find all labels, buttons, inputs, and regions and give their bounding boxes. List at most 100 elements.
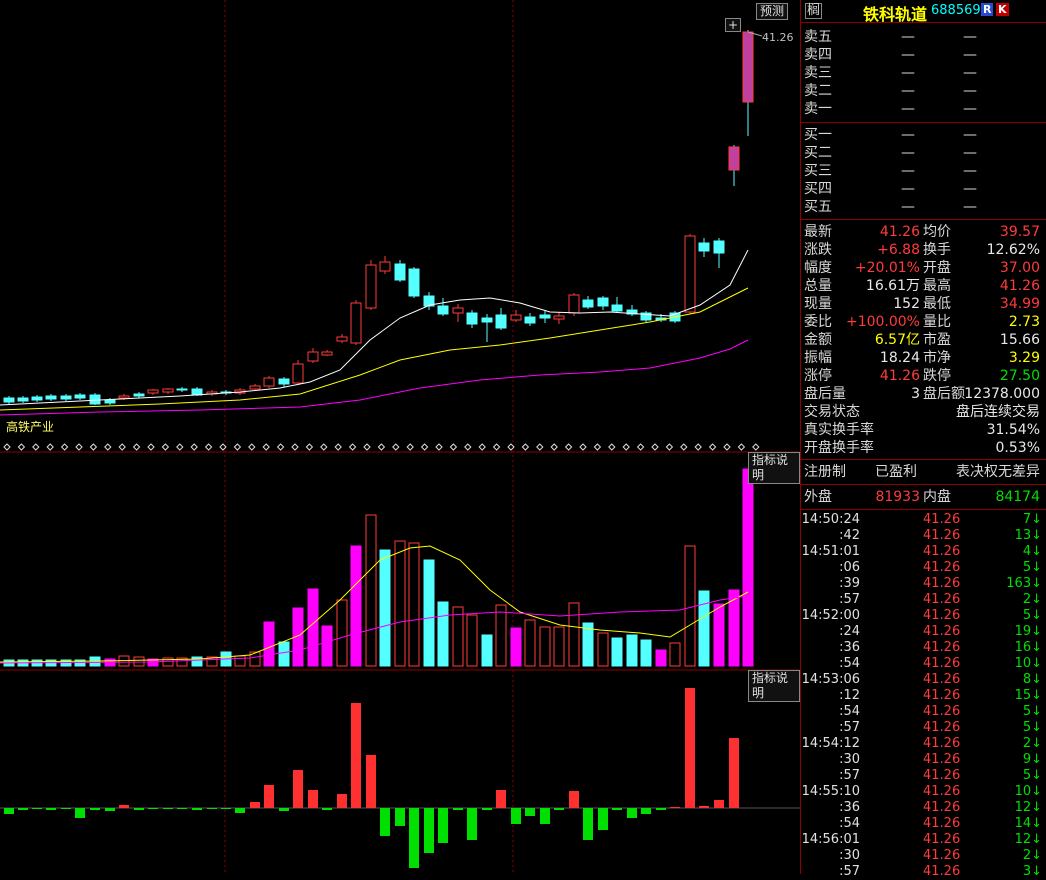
plus-icon[interactable]: +: [725, 18, 742, 32]
date-marker-icon: [579, 443, 587, 451]
volume-bar: [365, 514, 377, 667]
tag-registration: 注册制: [804, 464, 846, 480]
tick-row: 14:52:00 41.26 5↓: [801, 608, 1042, 623]
tags-row: 注册制 已盈利 表决权无差异: [801, 460, 1046, 485]
tick-row: :42 41.26 13↓: [839, 528, 1042, 543]
macd-bar: [453, 808, 463, 810]
date-marker-icon: [680, 443, 688, 451]
tick-row: :36 41.26 16↓: [839, 640, 1042, 655]
macd-bar: [177, 808, 187, 809]
candlestick: [3, 397, 15, 403]
volume-bar: [597, 632, 609, 667]
volume-bar: [611, 637, 623, 667]
macd-bar: [134, 808, 144, 810]
date-marker-icon: [694, 443, 702, 451]
candlestick: [118, 395, 130, 399]
date-marker-icon: [75, 443, 83, 451]
stat-row: 涨停 41.26 跌停 27.50: [804, 368, 1040, 384]
tick-row: 14:56:01 41.26 12↓: [801, 832, 1042, 847]
candlestick: [553, 315, 565, 320]
candlestick: [597, 297, 609, 307]
macd-bar: [714, 800, 724, 808]
macd-bar: [61, 808, 71, 809]
bid-row[interactable]: 买四 — —: [801, 180, 1046, 198]
candlestick: [568, 294, 580, 314]
candlestick: [31, 396, 43, 401]
bid-row[interactable]: 买三 — —: [801, 162, 1046, 180]
volume-bar: [234, 655, 246, 667]
volume-bar: [437, 601, 449, 667]
bid-row[interactable]: 买一 — —: [801, 126, 1046, 144]
candlestick: [89, 394, 101, 405]
date-marker-icon: [3, 443, 11, 451]
indicator-help-button-volume[interactable]: 指标说明: [748, 452, 800, 484]
macd-bar: [729, 738, 739, 808]
volume-bar: [307, 588, 319, 667]
ask-row[interactable]: 卖三 — —: [801, 64, 1046, 82]
volume-bar: [379, 549, 391, 667]
date-marker-icon: [190, 443, 198, 451]
date-marker-icon: [377, 443, 386, 451]
ask-row[interactable]: 卖一 — —: [801, 100, 1046, 118]
macd-bar: [264, 785, 274, 808]
bid-row[interactable]: 买二 — —: [801, 144, 1046, 162]
macd-bar: [554, 808, 564, 810]
candlestick: [336, 336, 348, 342]
stat-row: 振幅 18.24 市净 3.29: [804, 350, 1040, 366]
tick-row: :24 41.26 19↓: [839, 624, 1042, 639]
candlestick: [365, 264, 377, 309]
candlestick: [350, 302, 362, 344]
candlestick: [321, 351, 333, 356]
badge-r-icon[interactable]: R: [981, 3, 994, 16]
macd-bar: [395, 808, 405, 826]
candlestick: [307, 351, 319, 362]
tick-list[interactable]: 14:50:24 41.26 7↓ :42 41.26 13↓ 14:51:01…: [801, 510, 1046, 880]
volume-bar: [553, 626, 565, 667]
candlestick: [524, 316, 536, 324]
sector-label[interactable]: 高铁产业: [6, 418, 54, 435]
macd-bar: [670, 807, 680, 808]
macd-bar: [569, 791, 579, 808]
ask-row[interactable]: 卖四 — —: [801, 46, 1046, 64]
bid-row[interactable]: 买五 — —: [801, 198, 1046, 216]
chart-area[interactable]: 预测 + 41.26 高铁产业 指标说明 指标说明: [0, 0, 800, 874]
date-marker-icon: [17, 443, 26, 451]
macd-bar: [32, 808, 42, 809]
candlestick: [176, 388, 188, 391]
volume-bar: [698, 590, 710, 667]
candlestick: [74, 394, 86, 399]
candlestick: [495, 314, 507, 329]
date-marker-icon: [89, 443, 98, 451]
after-hours-row: 盘后量 3 盘后额 12378.000: [804, 386, 1040, 402]
date-marker-icon: [723, 443, 731, 451]
badge-k-icon[interactable]: K: [996, 3, 1009, 16]
date-marker-icon: [305, 443, 314, 451]
volume-bar: [466, 614, 478, 667]
kline-chart[interactable]: [0, 0, 800, 874]
date-marker-icon: [276, 443, 285, 451]
candlestick: [481, 317, 493, 323]
volume-bar: [539, 626, 551, 667]
forecast-button[interactable]: 预测: [756, 3, 789, 20]
candlestick: [379, 261, 391, 272]
quote-tag[interactable]: 榈: [805, 3, 823, 19]
macd-bar: [424, 808, 434, 853]
volume-bar: [524, 619, 536, 667]
macd-bar: [337, 794, 347, 808]
tick-row: :30 41.26 9↓: [839, 752, 1042, 767]
ask-row[interactable]: 卖二 — —: [801, 82, 1046, 100]
macd-bar: [279, 808, 289, 811]
date-marker-icon: [708, 443, 717, 451]
date-marker-icon: [262, 443, 270, 451]
candlestick: [408, 268, 420, 297]
macd-bar: [235, 808, 245, 813]
date-marker-icon: [752, 443, 760, 451]
tick-row: :57 41.26 3↓: [839, 864, 1042, 879]
ask-row[interactable]: 卖五 — —: [801, 28, 1046, 46]
tick-row: 14:51:01 41.26 4↓: [801, 544, 1042, 559]
indicator-help-button-macd[interactable]: 指标说明: [748, 670, 800, 702]
macd-bar: [308, 790, 318, 808]
candlestick: [60, 395, 72, 400]
candlestick: [263, 377, 275, 387]
candlestick: [742, 31, 754, 103]
